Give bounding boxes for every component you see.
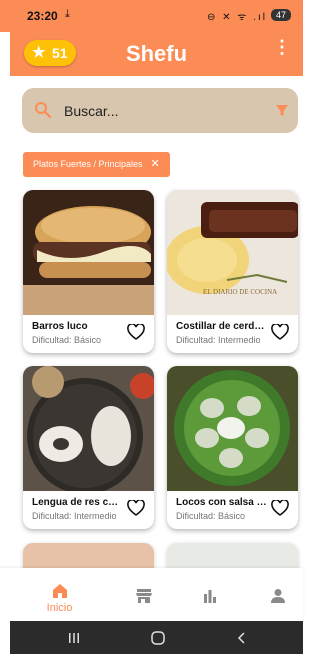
close-icon[interactable]: ✕: [151, 158, 160, 170]
search-bar[interactable]: Buscar...: [22, 88, 298, 133]
recipe-image: [23, 366, 154, 491]
recipe-image: [167, 366, 298, 491]
status-icons: ⊖ ✕ ᯤ .ıl: [206, 12, 267, 23]
recipe-card-partial[interactable]: [23, 543, 154, 568]
heart-icon[interactable]: [271, 500, 289, 516]
overflow-menu-icon[interactable]: ⋮: [273, 38, 291, 56]
filter-icon[interactable]: [276, 105, 288, 117]
search-icon: [35, 102, 52, 119]
recipe-difficulty: Dificultad: Intermedio: [176, 335, 261, 345]
app-title: Shefu: [125, 41, 188, 66]
recipe-name: Lengua de res con salsa: [32, 497, 124, 508]
chip-label: Platos Fuertes / Principales: [33, 159, 143, 169]
recipe-difficulty: Dificultad: Intermedio: [32, 511, 117, 521]
nav-item-inicio[interactable]: Inicio: [22, 568, 97, 621]
heart-icon[interactable]: [127, 324, 145, 340]
heart-icon[interactable]: [271, 324, 289, 340]
store-icon: [136, 589, 152, 603]
person-icon: [271, 589, 285, 603]
status-bar: 23:20 ⤓ ⊖ ✕ ᯤ .ıl 47: [0, 0, 303, 32]
download-icon: ⤓: [65, 8, 70, 20]
status-time: 23:20: [27, 9, 58, 23]
recents-icon[interactable]: [68, 632, 80, 644]
nav-item-profile[interactable]: [240, 568, 315, 621]
image-watermark: EL DIARIO DE COCINA: [203, 288, 278, 296]
recipe-name: Barros luco: [32, 321, 88, 332]
search-input[interactable]: Buscar...: [64, 103, 118, 119]
battery-icon: 47: [271, 9, 291, 21]
recipe-card[interactable]: Locos con salsa verde Dificultad: Básico: [167, 366, 298, 529]
recipe-card[interactable]: EL DIARIO DE COCINA Costillar de cerdo a…: [167, 190, 298, 353]
recipe-difficulty: Dificultad: Básico: [32, 335, 102, 345]
bottom-navigation: Inicio: [0, 568, 303, 621]
recipe-difficulty: Dificultad: Básico: [176, 511, 246, 521]
back-icon[interactable]: [236, 632, 248, 644]
recipe-image: [23, 190, 154, 315]
recipe-name: Locos con salsa verde: [176, 497, 268, 508]
recipe-card[interactable]: Barros luco Dificultad: Básico: [23, 190, 154, 353]
nav-item-store[interactable]: [106, 568, 181, 621]
recipe-image: EL DIARIO DE COCINA: [167, 190, 298, 315]
home-button-icon[interactable]: [151, 631, 165, 645]
recipe-card[interactable]: Lengua de res con salsa Dificultad: Inte…: [23, 366, 154, 529]
home-icon: [53, 584, 67, 598]
system-navigation-bar: [10, 621, 303, 654]
category-filter-chip[interactable]: Platos Fuertes / Principales ✕: [23, 152, 170, 177]
nav-label: Inicio: [46, 602, 73, 614]
recipe-name: Costillar de cerdo al horno: [176, 321, 268, 332]
app-bar: ★ 51 Shefu ⋮: [10, 32, 303, 76]
nav-item-stats[interactable]: [172, 568, 247, 621]
heart-icon[interactable]: [127, 500, 145, 516]
bar-chart-icon: [204, 590, 216, 603]
recipe-card-partial[interactable]: [167, 543, 298, 568]
